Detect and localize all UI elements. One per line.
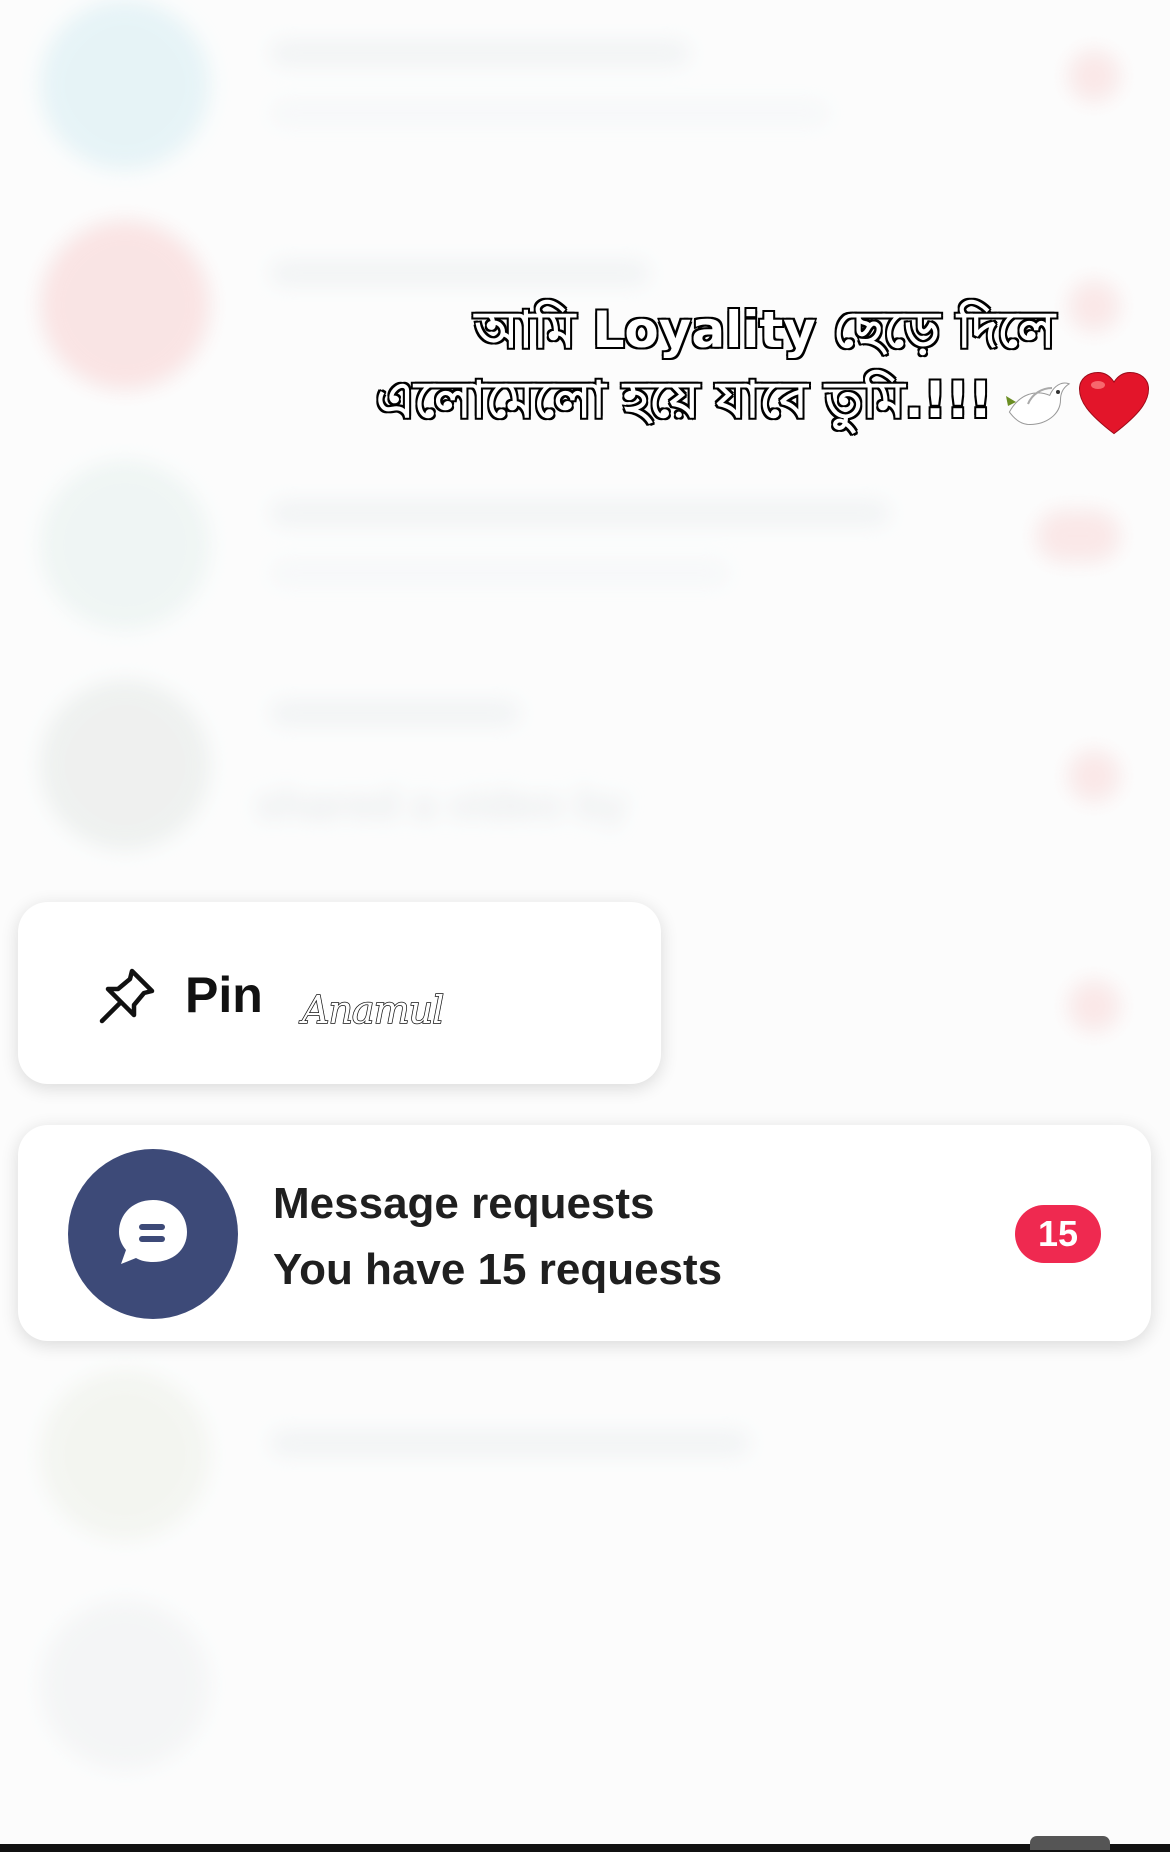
message-requests-avatar [68, 1149, 238, 1319]
message-requests-row[interactable]: Message requests You have 15 requests 15 [18, 1125, 1151, 1341]
message-requests-subtitle: You have 15 requests [273, 1245, 723, 1294]
chat-bubble-icon [119, 1200, 187, 1264]
pin-label: Pin [185, 967, 263, 1023]
pin-icon [96, 965, 158, 1027]
caption-line-1: আমি Loyality ছেড়ে দিলে [473, 300, 1056, 361]
requests-count-badge: 15 [1015, 1205, 1101, 1263]
bottom-bar [0, 1844, 1170, 1852]
home-indicator[interactable] [1030, 1836, 1110, 1850]
message-requests-title: Message requests [273, 1179, 655, 1228]
dove-icon [1002, 374, 1072, 434]
caption-line-2: এলোমেলো হয়ে যাবে তুমি.!!! [375, 365, 1150, 437]
caption-line-2-text: এলোমেলো হয়ে যাবে তুমি.!!! [375, 370, 994, 431]
heart-icon [1078, 371, 1150, 437]
video-caption: আমি Loyality ছেড়ে দিলে এলোমেলো হয়ে যাব… [375, 295, 1150, 437]
creator-watermark: Anamul [301, 987, 445, 1033]
